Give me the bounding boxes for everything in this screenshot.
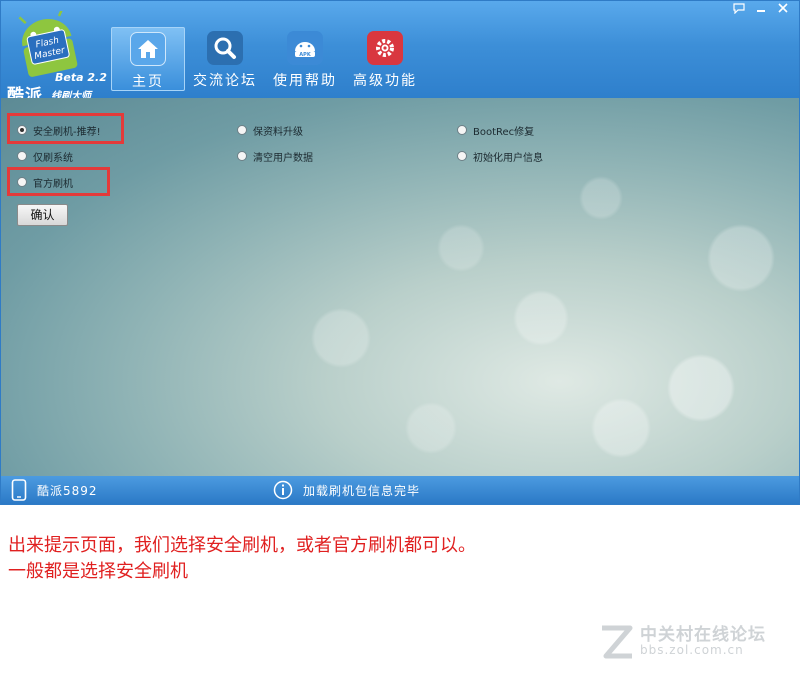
page: Flash Master 酷派 Beta 2.2 线刷大师 主页 交流论坛 AP… [0,0,800,683]
radio-icon[interactable] [17,151,27,161]
annotation-line-1: 出来提示页面，我们选择安全刷机，或者官方刷机都可以。 [8,535,476,556]
option-keep-data-upgrade[interactable]: 保资料升级 [237,122,303,138]
option-system-only[interactable]: 仅刷系统 [17,148,73,164]
option-bootrec-repair[interactable]: BootRec修复 [457,122,534,138]
watermark-title: 中关村在线论坛 [640,625,766,645]
radio-icon[interactable] [457,125,467,135]
nav-help[interactable]: APK 使用帮助 [265,27,345,91]
status-message: 加载刷机包信息完毕 [303,484,421,498]
option-keep-data-upgrade-label: 保资料升级 [253,126,303,138]
main-nav: 主页 交流论坛 APK 使用帮助 高级功能 [111,27,425,93]
nav-advanced-label: 高级功能 [353,73,417,89]
window-controls [729,3,793,17]
flash-options-panel: 安全刷机-推荐! 仅刷系统 官方刷机 保资料升级 清空用户数据 BootRec修… [1,98,799,476]
svg-text:APK: APK [299,52,312,58]
option-system-only-label: 仅刷系统 [33,152,73,164]
logo-version: Beta 2.2 [55,71,107,84]
comment-icon[interactable] [729,3,749,17]
option-init-user-info-label: 初始化用户信息 [473,152,543,164]
zol-watermark: 中关村在线论坛 bbs.zol.com.cn [596,616,792,666]
annotation-text: 出来提示页面，我们选择安全刷机，或者官方刷机都可以。 一般都是选择安全刷机 [8,533,476,585]
annotation-line-2: 一般都是选择安全刷机 [8,561,188,582]
phone-icon [11,479,27,501]
option-bootrec-repair-label: BootRec修复 [473,126,535,138]
home-icon [130,32,166,66]
radio-icon[interactable] [237,125,247,135]
close-icon[interactable] [773,3,793,17]
status-bar: 酷派5892 加载刷机包信息完毕 [1,476,799,504]
nav-home[interactable]: 主页 [111,27,185,91]
highlight-box-official-flash [7,167,110,196]
apk-icon: APK [287,31,323,65]
radio-icon[interactable] [457,151,467,161]
minimize-icon[interactable] [751,3,771,17]
gear-icon [367,31,403,65]
highlight-box-safe-flash [7,113,124,144]
search-icon [207,31,243,65]
option-init-user-info[interactable]: 初始化用户信息 [457,148,543,164]
option-clear-user-data-label: 清空用户数据 [253,152,313,164]
zol-logo-icon [602,625,633,659]
confirm-button[interactable]: 确认 [17,204,68,226]
option-clear-user-data[interactable]: 清空用户数据 [237,148,313,164]
nav-advanced[interactable]: 高级功能 [345,27,425,91]
info-icon [273,480,293,500]
flash-master-window: Flash Master 酷派 Beta 2.2 线刷大师 主页 交流论坛 AP… [0,0,800,505]
device-name: 酷派5892 [37,484,98,498]
radio-icon[interactable] [237,151,247,161]
nav-forum[interactable]: 交流论坛 [185,27,265,91]
title-bar: Flash Master 酷派 Beta 2.2 线刷大师 主页 交流论坛 AP… [1,1,799,106]
app-logo: Flash Master 酷派 Beta 2.2 线刷大师 [7,7,107,106]
watermark-url: bbs.zol.com.cn [640,643,744,657]
